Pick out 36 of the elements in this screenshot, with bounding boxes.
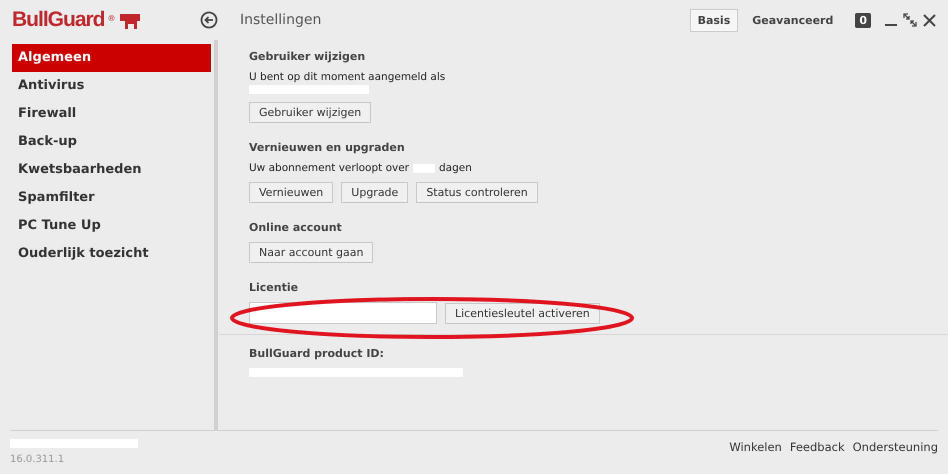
section-title: BullGuard product ID: <box>249 347 384 360</box>
mode-tab[interactable]: Geavanceerd <box>744 8 842 32</box>
restore-icon[interactable] <box>903 13 917 27</box>
renew-button[interactable]: Vernieuwen <box>249 182 334 203</box>
section-title: Licentie <box>249 281 298 294</box>
sidebar-item[interactable]: Antivirus <box>12 72 211 100</box>
sidebar-item[interactable]: Firewall <box>12 100 211 128</box>
section-title: Vernieuwen en upgraden <box>249 141 405 154</box>
activate-button[interactable]: Licentiesleutel activeren <box>445 302 600 324</box>
registered-mark: ® <box>108 14 116 23</box>
section-title: Online account <box>249 221 342 234</box>
footer-link[interactable]: Feedback <box>790 440 845 454</box>
sidebar-item[interactable]: Back-up <box>12 128 211 156</box>
renew-button[interactable]: Status controleren <box>416 182 538 203</box>
sidebar-item[interactable]: Algemeen <box>12 44 211 72</box>
logo: BullGuard <box>12 8 105 32</box>
close-icon[interactable] <box>923 14 936 26</box>
days-text: dagen <box>439 162 472 174</box>
sidebar-item[interactable]: Ouderlijk toezicht <box>12 240 211 268</box>
subscription-text: Uw abonnement verloopt over <box>249 162 409 174</box>
sidebar-item[interactable]: Spamfilter <box>12 184 211 212</box>
change-user-button[interactable]: Gebruiker wijzigen <box>249 102 372 123</box>
sidebar-item[interactable]: Kwetsbaarheden <box>12 156 211 184</box>
version-text: 16.0.311.1 <box>10 454 66 465</box>
footer-link[interactable]: Winkelen <box>729 440 782 454</box>
back-icon[interactable] <box>200 11 218 29</box>
sidebar-item[interactable]: PC Tune Up <box>12 212 211 240</box>
footer-link[interactable]: Ondersteuning <box>852 440 938 454</box>
license-field[interactable] <box>249 302 437 324</box>
account-button[interactable]: Naar account gaan <box>249 242 374 263</box>
mode-tab[interactable]: Basis <box>690 8 738 32</box>
page-title: Instellingen <box>240 12 322 28</box>
renew-button[interactable]: Upgrade <box>341 182 408 203</box>
section-title: Gebruiker wijzigen <box>249 50 366 63</box>
login-text: U bent op dit moment aangemeld als <box>249 71 446 83</box>
notification-badge[interactable]: 0 <box>855 12 871 28</box>
